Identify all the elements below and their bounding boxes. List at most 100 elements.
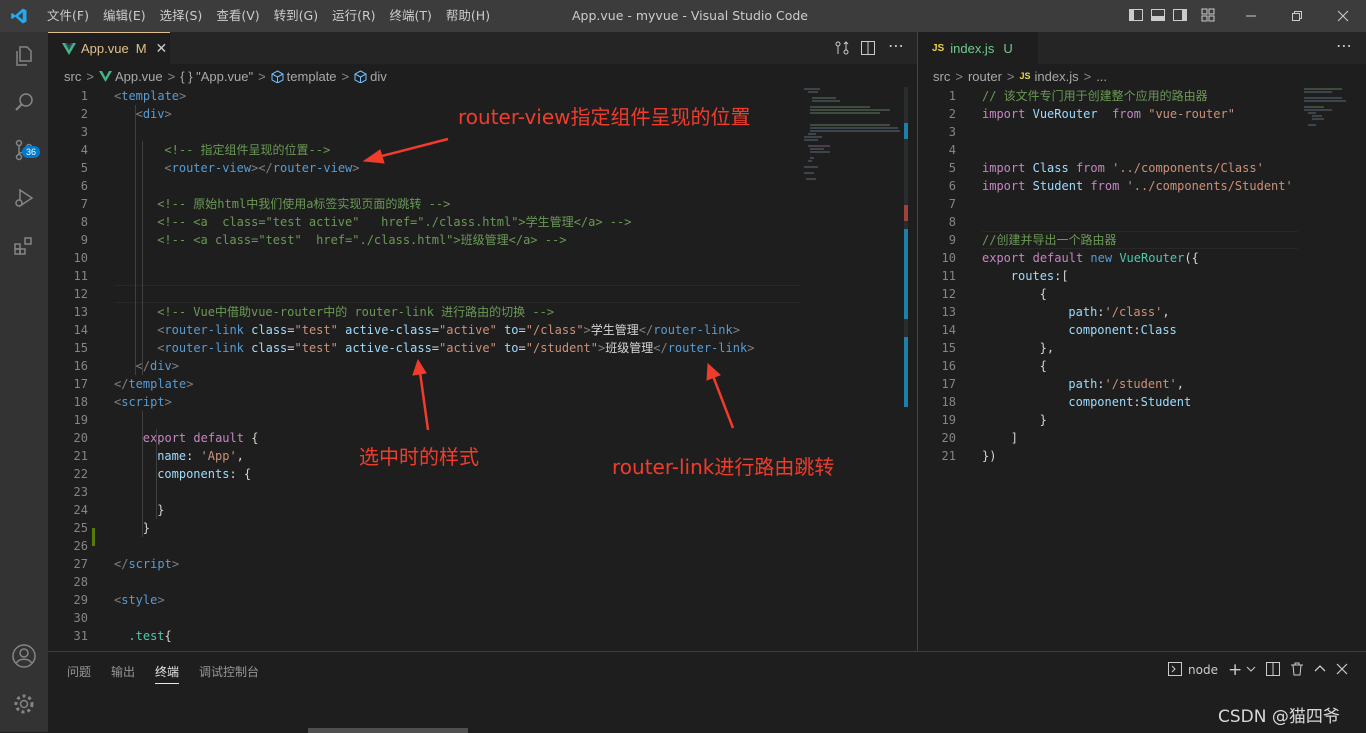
menu-item[interactable]: 选择(S) <box>153 0 210 32</box>
bottom-panel: 问题 输出 终端 调试控制台 node + <box>48 651 1366 733</box>
line-number: 31 <box>73 629 88 643</box>
editor-group-divider[interactable] <box>917 32 918 651</box>
restore-icon[interactable] <box>1274 0 1320 32</box>
minimap[interactable] <box>800 87 904 183</box>
toggle-secondary-sidebar-icon[interactable] <box>1172 7 1188 23</box>
vscode-logo-icon <box>11 8 27 24</box>
tab-problems[interactable]: 问题 <box>67 663 91 684</box>
code-token: : <box>1097 377 1105 391</box>
indent-guide <box>135 105 136 375</box>
activity-bar: 36 <box>0 32 48 732</box>
tab-output[interactable]: 输出 <box>111 663 135 684</box>
menu-item[interactable]: 转到(G) <box>267 0 325 32</box>
code-token: router-link <box>667 341 748 355</box>
menu-item[interactable]: 编辑(E) <box>96 0 153 32</box>
code-text: <router-link class="test" active-class="… <box>157 321 740 339</box>
menu-item[interactable]: 文件(F) <box>40 0 96 32</box>
settings-gear-icon[interactable] <box>0 680 48 728</box>
line-number: 17 <box>73 377 88 391</box>
breadcrumb-router[interactable]: router <box>968 69 1002 84</box>
code-token: router-view <box>272 161 353 175</box>
panel-tabs: 问题 输出 终端 调试控制台 <box>67 663 259 684</box>
breadcrumb-file[interactable]: index.js <box>1035 69 1079 84</box>
menu-item[interactable]: 终端(T) <box>383 0 439 32</box>
minimize-icon[interactable] <box>1228 0 1274 32</box>
code-token: script <box>121 395 165 409</box>
more-actions-icon[interactable]: ⋯ <box>888 36 904 55</box>
code-text: </script> <box>114 555 179 573</box>
tab-terminal[interactable]: 终端 <box>155 663 180 684</box>
tab-app-vue[interactable]: App.vue M ✕ <box>48 32 170 64</box>
right-code-editor[interactable]: 1 // 该文件专门用于创建整个应用的路由器 2 import VueRouter f… <box>918 87 1366 651</box>
line-number: 16 <box>941 359 956 373</box>
breadcrumb-object[interactable]: { } "App.vue" <box>180 69 253 84</box>
breadcrumb-more[interactable]: ... <box>1096 69 1107 84</box>
toggle-panel-icon[interactable] <box>1150 7 1166 23</box>
code-line: 3 <box>918 123 1366 141</box>
line-number: 30 <box>73 611 88 625</box>
left-code-editor[interactable]: 1 <template> 2 <div> 3 4 <!-- 指定组件呈现的位置--> 5 <ro… <box>48 87 908 651</box>
line-number: 18 <box>73 395 88 409</box>
code-text: }) <box>982 447 996 465</box>
toggle-sidebar-icon[interactable] <box>1128 7 1144 23</box>
run-debug-icon[interactable] <box>0 174 48 222</box>
breadcrumb-template[interactable]: template <box>287 69 337 84</box>
more-actions-icon[interactable]: ⋯ <box>1336 36 1352 55</box>
code-text: }, <box>1040 339 1054 357</box>
code-line: 21}) <box>918 447 1366 465</box>
code-token: to <box>504 323 519 337</box>
code-line: 12 { <box>918 285 1366 303</box>
code-line: 31 .test{ <box>48 627 908 645</box>
split-terminal-icon[interactable] <box>1266 661 1281 679</box>
close-panel-icon[interactable] <box>1336 663 1348 678</box>
breadcrumb-src[interactable]: src <box>933 69 950 84</box>
terminal-shell-label[interactable]: node <box>1188 663 1218 677</box>
breadcrumb-div[interactable]: div <box>370 69 387 84</box>
code-token: class <box>251 323 288 337</box>
code-text: { <box>1040 285 1047 303</box>
breadcrumb-src[interactable]: src <box>64 69 81 84</box>
line-number: 17 <box>941 377 956 391</box>
explorer-icon[interactable] <box>0 32 48 80</box>
open-changes-icon[interactable] <box>834 40 850 60</box>
code-token: <!-- <a class="test active" href="./clas… <box>157 215 632 229</box>
line-number: 20 <box>941 431 956 445</box>
code-token: router-view <box>171 161 252 175</box>
code-token: { <box>164 629 172 643</box>
code-token: :[ <box>1054 269 1069 283</box>
extensions-icon[interactable] <box>0 222 48 270</box>
split-editor-icon[interactable] <box>860 40 876 60</box>
line-number: 26 <box>73 539 88 553</box>
customize-layout-icon[interactable] <box>1200 7 1216 23</box>
close-tab-icon[interactable]: ✕ <box>156 40 168 57</box>
search-icon[interactable] <box>0 78 48 126</box>
minimap[interactable] <box>1302 87 1362 127</box>
code-token: > <box>157 593 165 607</box>
vue-file-icon <box>98 70 112 82</box>
maximize-panel-icon[interactable] <box>1314 663 1326 678</box>
close-icon[interactable] <box>1320 0 1366 32</box>
new-terminal-icon[interactable]: + <box>1228 660 1242 680</box>
line-number: 11 <box>73 269 88 283</box>
code-token: : <box>1133 323 1141 337</box>
trash-icon[interactable] <box>1290 662 1304 679</box>
code-text: <div> <box>136 105 172 123</box>
menu-item[interactable]: 运行(R) <box>325 0 382 32</box>
tab-debug-console[interactable]: 调试控制台 <box>199 663 259 684</box>
tab-index-js[interactable]: JS index.js U <box>918 32 1038 64</box>
code-token: new <box>1090 251 1113 265</box>
chevron-down-icon[interactable] <box>1246 663 1256 677</box>
source-control-icon[interactable]: 36 <box>0 126 48 174</box>
line-number: 1 <box>948 89 956 103</box>
menu-item[interactable]: 查看(V) <box>209 0 266 32</box>
breadcrumb-file[interactable]: App.vue <box>115 69 163 84</box>
panel-actions: node + <box>1168 660 1348 680</box>
menu-item[interactable]: 帮助(H) <box>439 0 497 32</box>
horizontal-scrollbar[interactable] <box>308 728 468 733</box>
tab-label: index.js <box>950 40 995 56</box>
account-icon[interactable] <box>0 632 48 680</box>
code-text: } <box>1040 411 1047 429</box>
code-token: : <box>186 449 201 463</box>
code-token: "vue-router" <box>1148 107 1235 121</box>
